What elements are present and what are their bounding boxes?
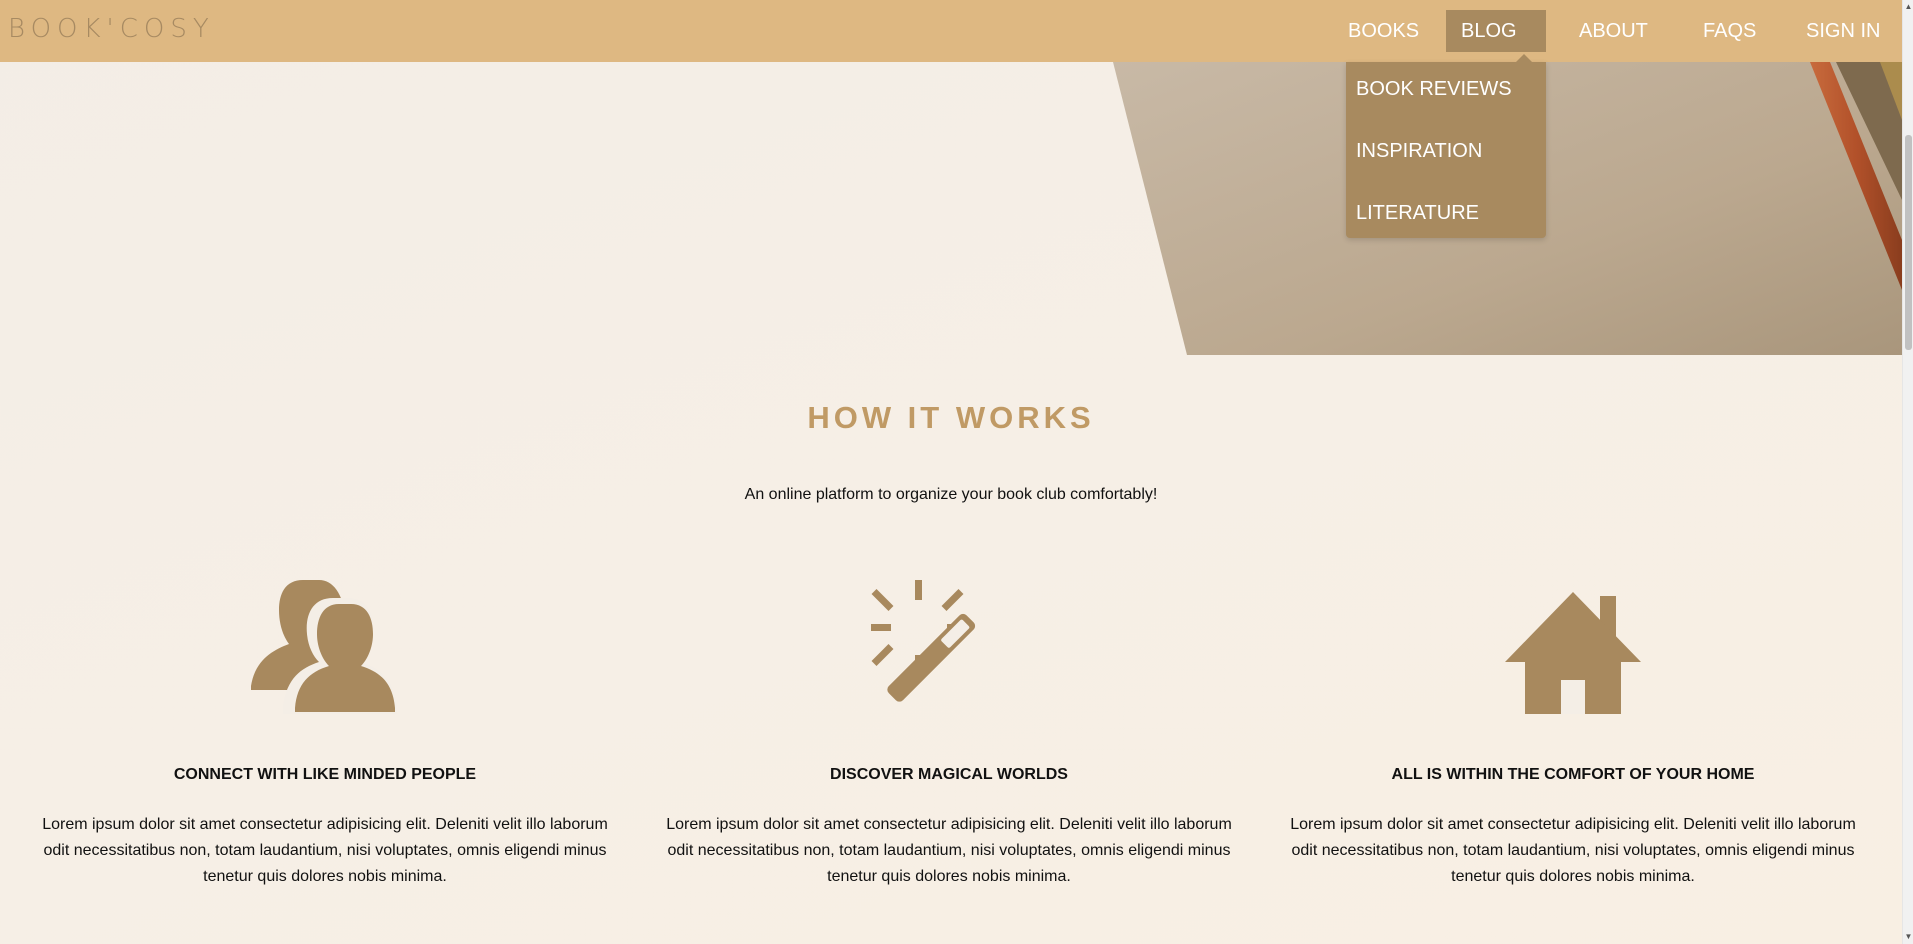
navbar: BOOK'COSY BOOKS BLOG⌄ ABOUT FAQS SIGN IN	[0, 0, 1902, 80]
nav-faqs-label: FAQS	[1703, 20, 1757, 42]
section-title: HOW IT WORKS	[807, 400, 1095, 435]
nav-signin[interactable]: SIGN IN	[1791, 10, 1895, 52]
nav-signin-label: SIGN IN	[1806, 20, 1881, 42]
users-icon	[25, 580, 625, 725]
feature-card-discover: DISCOVER MAGICAL WORLDS Lorem ipsum dolo…	[649, 580, 1249, 890]
feature-text: Lorem ipsum dolor sit amet consectetur a…	[666, 816, 1232, 885]
section-subtitle: An online platform to organize your book…	[744, 486, 1158, 503]
dropdown-item-literature[interactable]: LITERATURE	[1356, 202, 1479, 225]
nav-blog-label: BLOG	[1461, 20, 1517, 42]
page: BOOK'COSY BOOKS BLOG⌄ ABOUT FAQS SIGN IN…	[0, 0, 1902, 944]
scrollbar-thumb[interactable]	[1905, 135, 1912, 350]
magic-wand-icon	[649, 580, 1249, 725]
brand-logo[interactable]: BOOK'COSY	[8, 14, 215, 44]
nav-books[interactable]: BOOKS	[1333, 10, 1434, 52]
feature-card-comfort: ALL IS WITHIN THE COMFORT OF YOUR HOME L…	[1273, 580, 1873, 890]
home-icon	[1273, 580, 1873, 725]
nav-blog[interactable]: BLOG⌄	[1446, 10, 1546, 80]
nav-books-label: BOOKS	[1348, 20, 1420, 42]
dropdown-item-book-reviews[interactable]: BOOK REVIEWS	[1356, 78, 1512, 101]
dropdown-item-inspiration[interactable]: INSPIRATION	[1356, 140, 1482, 163]
feature-card-connect: CONNECT WITH LIKE MINDED PEOPLE Lorem ip…	[25, 580, 625, 890]
scroll-up-icon[interactable]: ▲	[1903, 0, 1913, 14]
blog-dropdown-menu: BOOK REVIEWS INSPIRATION LITERATURE	[1346, 54, 1546, 238]
feature-text: Lorem ipsum dolor sit amet consectetur a…	[1290, 816, 1856, 885]
scrollbar[interactable]: ▲ ▼	[1902, 0, 1913, 944]
feature-text: Lorem ipsum dolor sit amet consectetur a…	[42, 816, 608, 885]
feature-title: DISCOVER MAGICAL WORLDS	[830, 766, 1068, 783]
nav-faqs[interactable]: FAQS	[1688, 10, 1771, 52]
nav-about[interactable]: ABOUT	[1564, 10, 1663, 52]
scroll-down-icon[interactable]: ▼	[1903, 930, 1913, 944]
feature-title: ALL IS WITHIN THE COMFORT OF YOUR HOME	[1391, 766, 1755, 783]
nav-about-label: ABOUT	[1579, 20, 1648, 42]
feature-title: CONNECT WITH LIKE MINDED PEOPLE	[173, 766, 477, 783]
